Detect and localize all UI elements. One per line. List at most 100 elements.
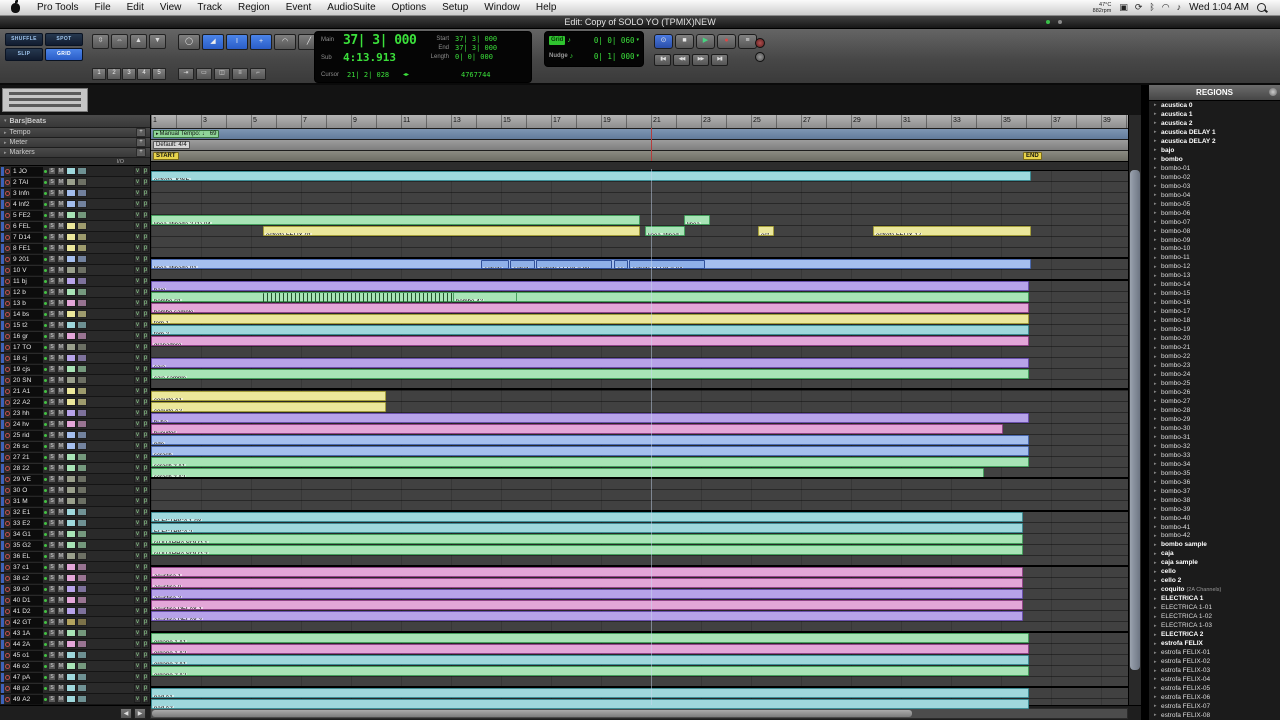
region-list-item[interactable]: ▸ bombo-40 [1149,514,1280,523]
track-row[interactable]: 35 G2 S M v p [0,540,150,551]
solo-button[interactable]: S [48,475,56,483]
solo-button[interactable]: S [48,277,56,285]
track-selector[interactable] [1,485,4,495]
output-chip[interactable] [77,167,87,175]
pan-button[interactable]: p [142,222,149,230]
menu-item[interactable]: Pro Tools [29,2,87,13]
track-selector[interactable] [1,166,4,176]
zoom-button[interactable]: ⇔ [111,34,128,49]
expander-icon[interactable]: ▸ [1154,524,1159,530]
region-list-item[interactable]: ▸ bombo-15 [1149,289,1280,298]
expander-icon[interactable]: ▸ [1154,515,1159,521]
mute-button[interactable]: M [57,310,65,318]
track-row[interactable]: 26 sc S M v p [0,441,150,452]
track-name[interactable]: 7 D14 [11,232,43,242]
mute-button[interactable]: M [57,530,65,538]
output-chip[interactable] [77,288,87,296]
expander-icon[interactable]: ▸ [1154,300,1159,306]
output-chip[interactable] [77,453,87,461]
region-list-item[interactable]: ▸ bombo-41 [1149,523,1280,532]
zoom-preset-button[interactable]: 5 [152,68,166,80]
solo-button[interactable]: S [48,299,56,307]
mini-overview[interactable] [2,88,88,112]
solo-button[interactable]: S [48,695,56,703]
nudge-row[interactable]: Nudge ♪ 0| 1| 000 ▾ [545,48,643,64]
menu-item[interactable]: Window [476,2,528,13]
track-name[interactable]: 20 SN [11,375,43,385]
pan-button[interactable]: p [142,277,149,285]
expander-icon[interactable]: ▸ [1154,327,1159,333]
start-value[interactable]: 37| 3| 000 [455,35,497,43]
pan-button[interactable]: p [142,299,149,307]
mute-button[interactable]: M [57,266,65,274]
audio-region[interactable]: acustica 1 [151,567,1023,577]
expander-icon[interactable]: ▸ [1154,156,1159,162]
horizontal-scrollbar-thumb[interactable] [152,710,912,717]
aux-button[interactable]: ⌐ [250,68,266,80]
pan-button[interactable]: p [142,233,149,241]
volume-button[interactable]: v [134,266,141,274]
pan-button[interactable]: p [142,684,149,692]
audio-region[interactable]: pad A2 [151,699,1029,709]
menu-item[interactable]: Options [384,2,434,13]
menubar-clock[interactable]: Wed 1:04 AM [1189,2,1249,13]
region-list-item[interactable]: ▸ bombo-42 [1149,532,1280,541]
track-name[interactable]: 18 cj [11,353,43,363]
region-list-item[interactable]: ▸ bombo-21 [1149,343,1280,352]
solo-button[interactable]: S [48,409,56,417]
region-list-item[interactable]: ▸ caja sample [1149,558,1280,567]
expander-icon[interactable]: ▸ [1154,452,1159,458]
input-chip[interactable] [66,354,76,362]
input-chip[interactable] [66,442,76,450]
track-name[interactable]: 39 c0 [11,584,43,594]
input-chip[interactable] [66,519,76,527]
region-list-item[interactable]: ▸ estrofa FELIX [1149,639,1280,648]
region-list-item[interactable]: ▸ bombo-39 [1149,505,1280,514]
track-row[interactable]: 47 pA S M v p [0,672,150,683]
edit-tool-button[interactable]: ◯ [178,34,200,50]
track-selector[interactable] [1,232,4,242]
volume-button[interactable]: v [134,519,141,527]
solo-button[interactable]: S [48,431,56,439]
track-row[interactable]: 39 c0 S M v p [0,584,150,595]
track-selector[interactable] [1,639,4,649]
ruler-row-meter[interactable]: ▸ Meter + [0,138,150,148]
transport-button[interactable]: ■ [675,34,694,49]
expander-icon[interactable]: ▸ [1154,147,1159,153]
mute-button[interactable]: M [57,277,65,285]
output-chip[interactable] [77,299,87,307]
record-enable-button[interactable] [5,685,10,691]
expander-icon[interactable]: ▸ [1154,551,1159,557]
main-counter-value[interactable]: 37| 3| 000 [343,33,417,48]
volume-button[interactable]: v [134,277,141,285]
volume-button[interactable]: v [134,354,141,362]
output-chip[interactable] [77,222,87,230]
track-name[interactable]: 47 pA [11,672,43,682]
expander-icon[interactable]: ▸ [1154,237,1159,243]
mute-button[interactable]: M [57,662,65,670]
output-chip[interactable] [77,541,87,549]
track-selector[interactable] [1,551,4,561]
mute-button[interactable]: M [57,695,65,703]
ruler-row-tempo[interactable]: ▸ Tempo + [0,128,150,138]
record-enable-button[interactable] [5,322,10,328]
solo-button[interactable]: S [48,574,56,582]
record-enable-button[interactable] [5,641,10,647]
volume-button[interactable]: v [134,431,141,439]
track-row[interactable]: 18 cj S M v p [0,353,150,364]
expander-icon[interactable]: ▸ [1154,255,1159,261]
track-name[interactable]: 5 FE2 [11,210,43,220]
expander-icon[interactable]: ▸ [1154,210,1159,216]
expander-icon[interactable]: ▸ [1154,694,1159,700]
track-name[interactable]: 46 o2 [11,661,43,671]
expander-icon[interactable]: ▸ [1154,407,1159,413]
mute-button[interactable]: M [57,585,65,593]
region-list-item[interactable]: ▸ cello 2 [1149,576,1280,585]
region-list-item[interactable]: ▸ bombo-27 [1149,397,1280,406]
menu-item[interactable]: Region [230,2,278,13]
pan-button[interactable]: p [142,178,149,186]
panel-divider[interactable] [1141,85,1149,720]
track-row[interactable]: 36 EL S M v p [0,551,150,562]
input-chip[interactable] [66,662,76,670]
record-enable-button[interactable] [5,696,10,702]
